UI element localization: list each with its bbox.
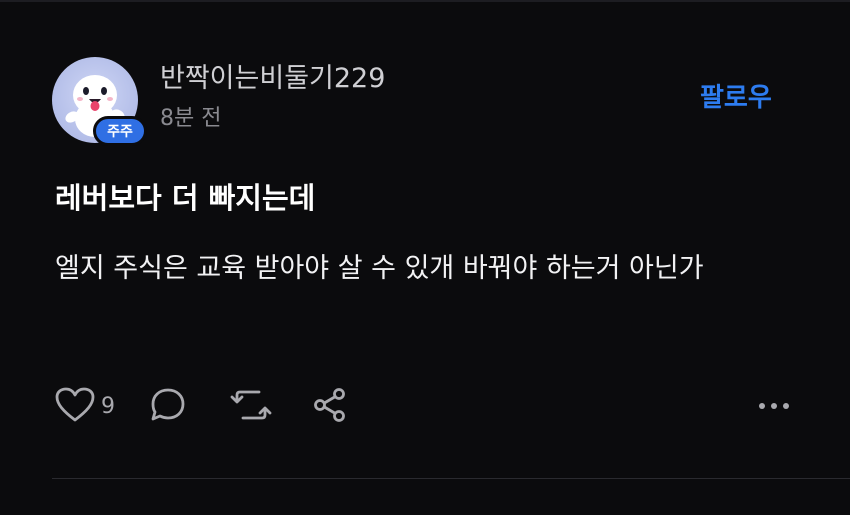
like-button[interactable]: 9 bbox=[55, 387, 115, 427]
top-divider bbox=[0, 0, 850, 2]
post-body: 엘지 주식은 교육 받아야 살 수 있개 바꿔야 하는거 아닌가 bbox=[55, 253, 704, 284]
follow-button[interactable]: 팔로우 bbox=[700, 80, 772, 116]
more-options-button[interactable] bbox=[754, 396, 794, 416]
bottom-divider bbox=[52, 478, 850, 479]
post-title: 레버보다 더 빠지는데 bbox=[55, 181, 316, 215]
more-icon bbox=[754, 401, 794, 420]
username[interactable]: 반짝이는비둘기229 bbox=[160, 62, 385, 96]
comment-icon bbox=[149, 386, 187, 428]
shareholder-badge: 주주 bbox=[93, 116, 147, 146]
heart-icon bbox=[55, 387, 95, 427]
share-icon bbox=[311, 386, 349, 428]
avatar-container[interactable]: 주주 bbox=[52, 57, 147, 149]
post-timestamp: 8분 전 bbox=[160, 106, 222, 131]
like-count: 9 bbox=[101, 394, 115, 419]
action-bar: 9 bbox=[55, 387, 349, 427]
repost-icon bbox=[229, 386, 273, 428]
share-button[interactable] bbox=[311, 386, 349, 428]
repost-button[interactable] bbox=[229, 386, 273, 428]
comment-button[interactable] bbox=[149, 386, 187, 428]
